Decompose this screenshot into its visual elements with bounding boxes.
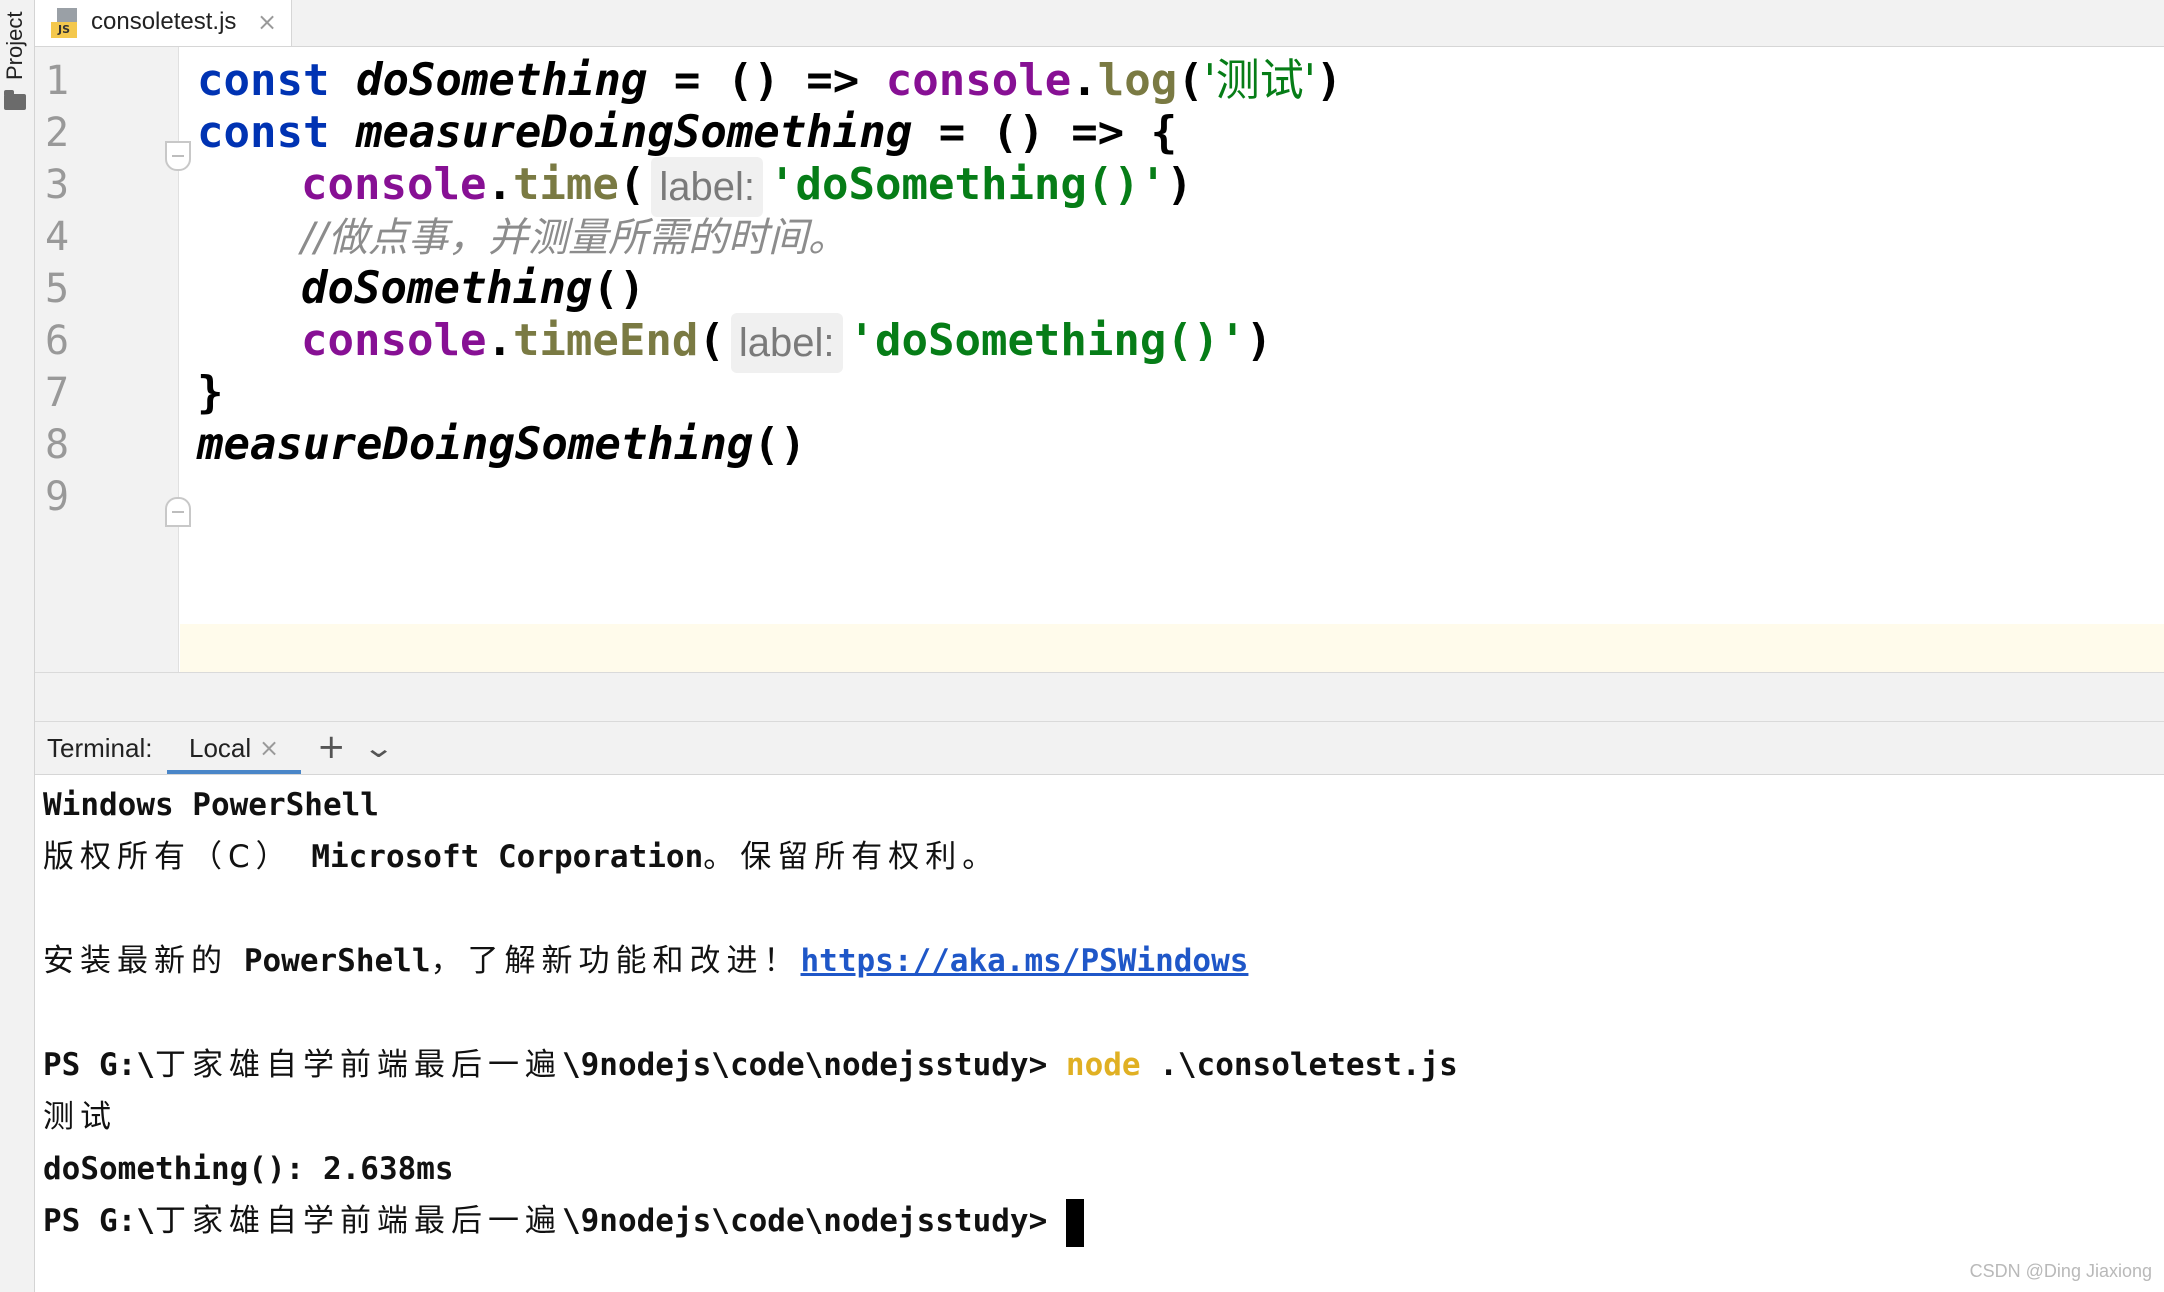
terminal-line: 安装最新的 PowerShell，了解新功能和改进！https://aka.ms… [43,943,1249,979]
line-number-gutter: 1 2 3 4 5 6 7 8 9 [35,47,179,672]
chevron-down-icon[interactable]: ⌄ [362,730,395,766]
editor-tab-bar: JS consoletest.js × [35,0,2164,47]
terminal-line: 测试 [43,1099,117,1135]
terminal-line: Windows PowerShell [43,787,379,823]
code-line-8: measureDoingSomething() [197,419,807,470]
folder-icon [4,90,26,110]
panel-splitter[interactable] [35,672,2164,722]
terminal-tab-label: Local [189,733,252,763]
project-tool-button[interactable]: Project [0,0,34,120]
close-icon[interactable]: × [257,6,277,38]
parameter-hint: label: [730,313,843,373]
fold-toggle-icon[interactable] [165,141,191,171]
terminal-prompt-line[interactable]: PS G:\丁家雄自学前端最后一遍\9nodejs\code\nodejsstu… [43,1195,1084,1247]
active-tab-indicator [167,770,301,774]
ide-window: Project JS consoletest.js × 1 2 3 4 5 6 … [0,0,2164,1292]
current-line-highlight [180,624,2164,672]
terminal-line: doSomething(): 2.638ms [43,1151,454,1187]
watermark: CSDN @Ding Jiaxiong [1969,1261,2152,1281]
terminal-line: PS G:\丁家雄自学前端最后一遍\9nodejs\code\nodejsstu… [43,1047,1458,1083]
plus-icon[interactable]: + [317,728,346,766]
left-tool-strip: Project [0,0,35,1292]
terminal-line: 版权所有（C） Microsoft Corporation。保留所有权利。 [43,839,1000,875]
terminal-output[interactable]: Windows PowerShell 版权所有（C） Microsoft Cor… [35,775,2164,1292]
project-tool-label: Project [2,11,27,80]
terminal-cursor [1065,1198,1084,1247]
editor-tab-consoletest[interactable]: JS consoletest.js × [35,0,292,46]
editor-tab-label: consoletest.js [91,8,237,35]
powershell-link[interactable]: https://aka.ms/PSWindows [801,943,1249,979]
close-icon[interactable]: × [259,732,279,764]
terminal-title: Terminal: [47,733,153,763]
fold-end-icon[interactable] [165,497,191,527]
line-number: 9 [45,474,70,520]
terminal-tab-local[interactable]: Local × [167,722,301,774]
code-editor[interactable]: 1 2 3 4 5 6 7 8 9 const doSomething = ()… [35,47,2164,672]
code-line-6: console.timeEnd(label:'doSomething()') [197,305,1272,377]
terminal-header: Terminal: Local × + ⌄ [35,722,2164,775]
js-file-icon: JS [51,8,81,38]
